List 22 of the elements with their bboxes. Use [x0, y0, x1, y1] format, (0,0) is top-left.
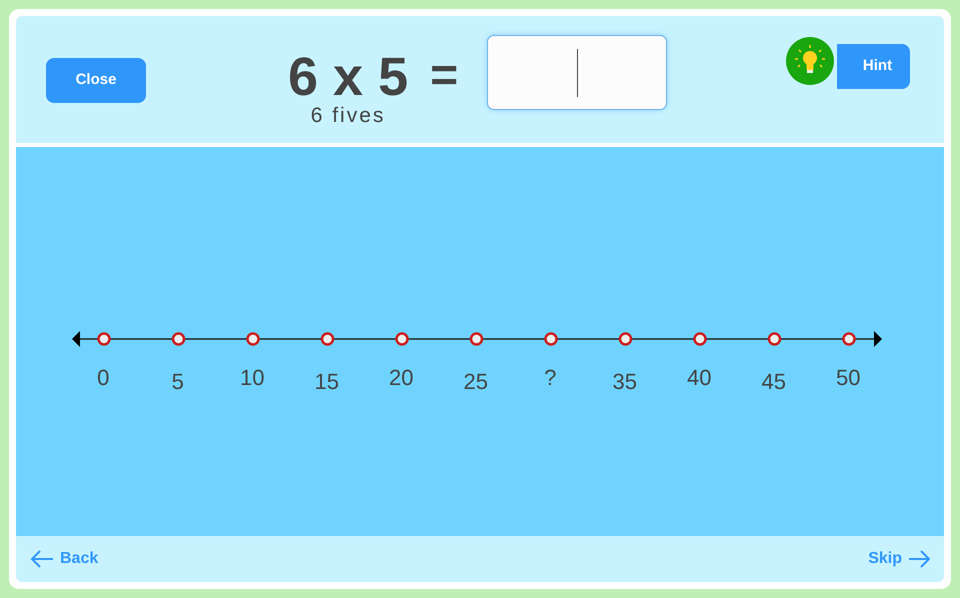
- number-label: 40: [687, 367, 712, 392]
- number-label: 45: [762, 371, 786, 393]
- equals-sign: =: [430, 48, 458, 104]
- answer-field[interactable]: [487, 35, 667, 110]
- number-label: 10: [240, 367, 264, 392]
- number-label: 0: [97, 367, 110, 392]
- number-label: 25: [464, 371, 488, 393]
- arrow-left-icon: [30, 550, 54, 568]
- number-label: 5: [172, 371, 184, 393]
- equation-text: 6 x 5: [288, 48, 408, 107]
- hint-text: 6 fives: [310, 105, 386, 126]
- number-label: 35: [612, 371, 637, 393]
- text-cursor: [576, 48, 578, 96]
- hint-button[interactable]: Hint: [837, 44, 910, 89]
- skip-link[interactable]: Skip: [868, 547, 930, 571]
- arrow-right-icon: [908, 550, 930, 568]
- number-label: 50: [836, 367, 860, 392]
- back-link[interactable]: Back: [30, 547, 98, 571]
- number-label: ?: [544, 367, 556, 392]
- close-button[interactable]: Close: [46, 58, 146, 103]
- number-label: 20: [389, 367, 414, 392]
- number-label: 15: [314, 371, 339, 393]
